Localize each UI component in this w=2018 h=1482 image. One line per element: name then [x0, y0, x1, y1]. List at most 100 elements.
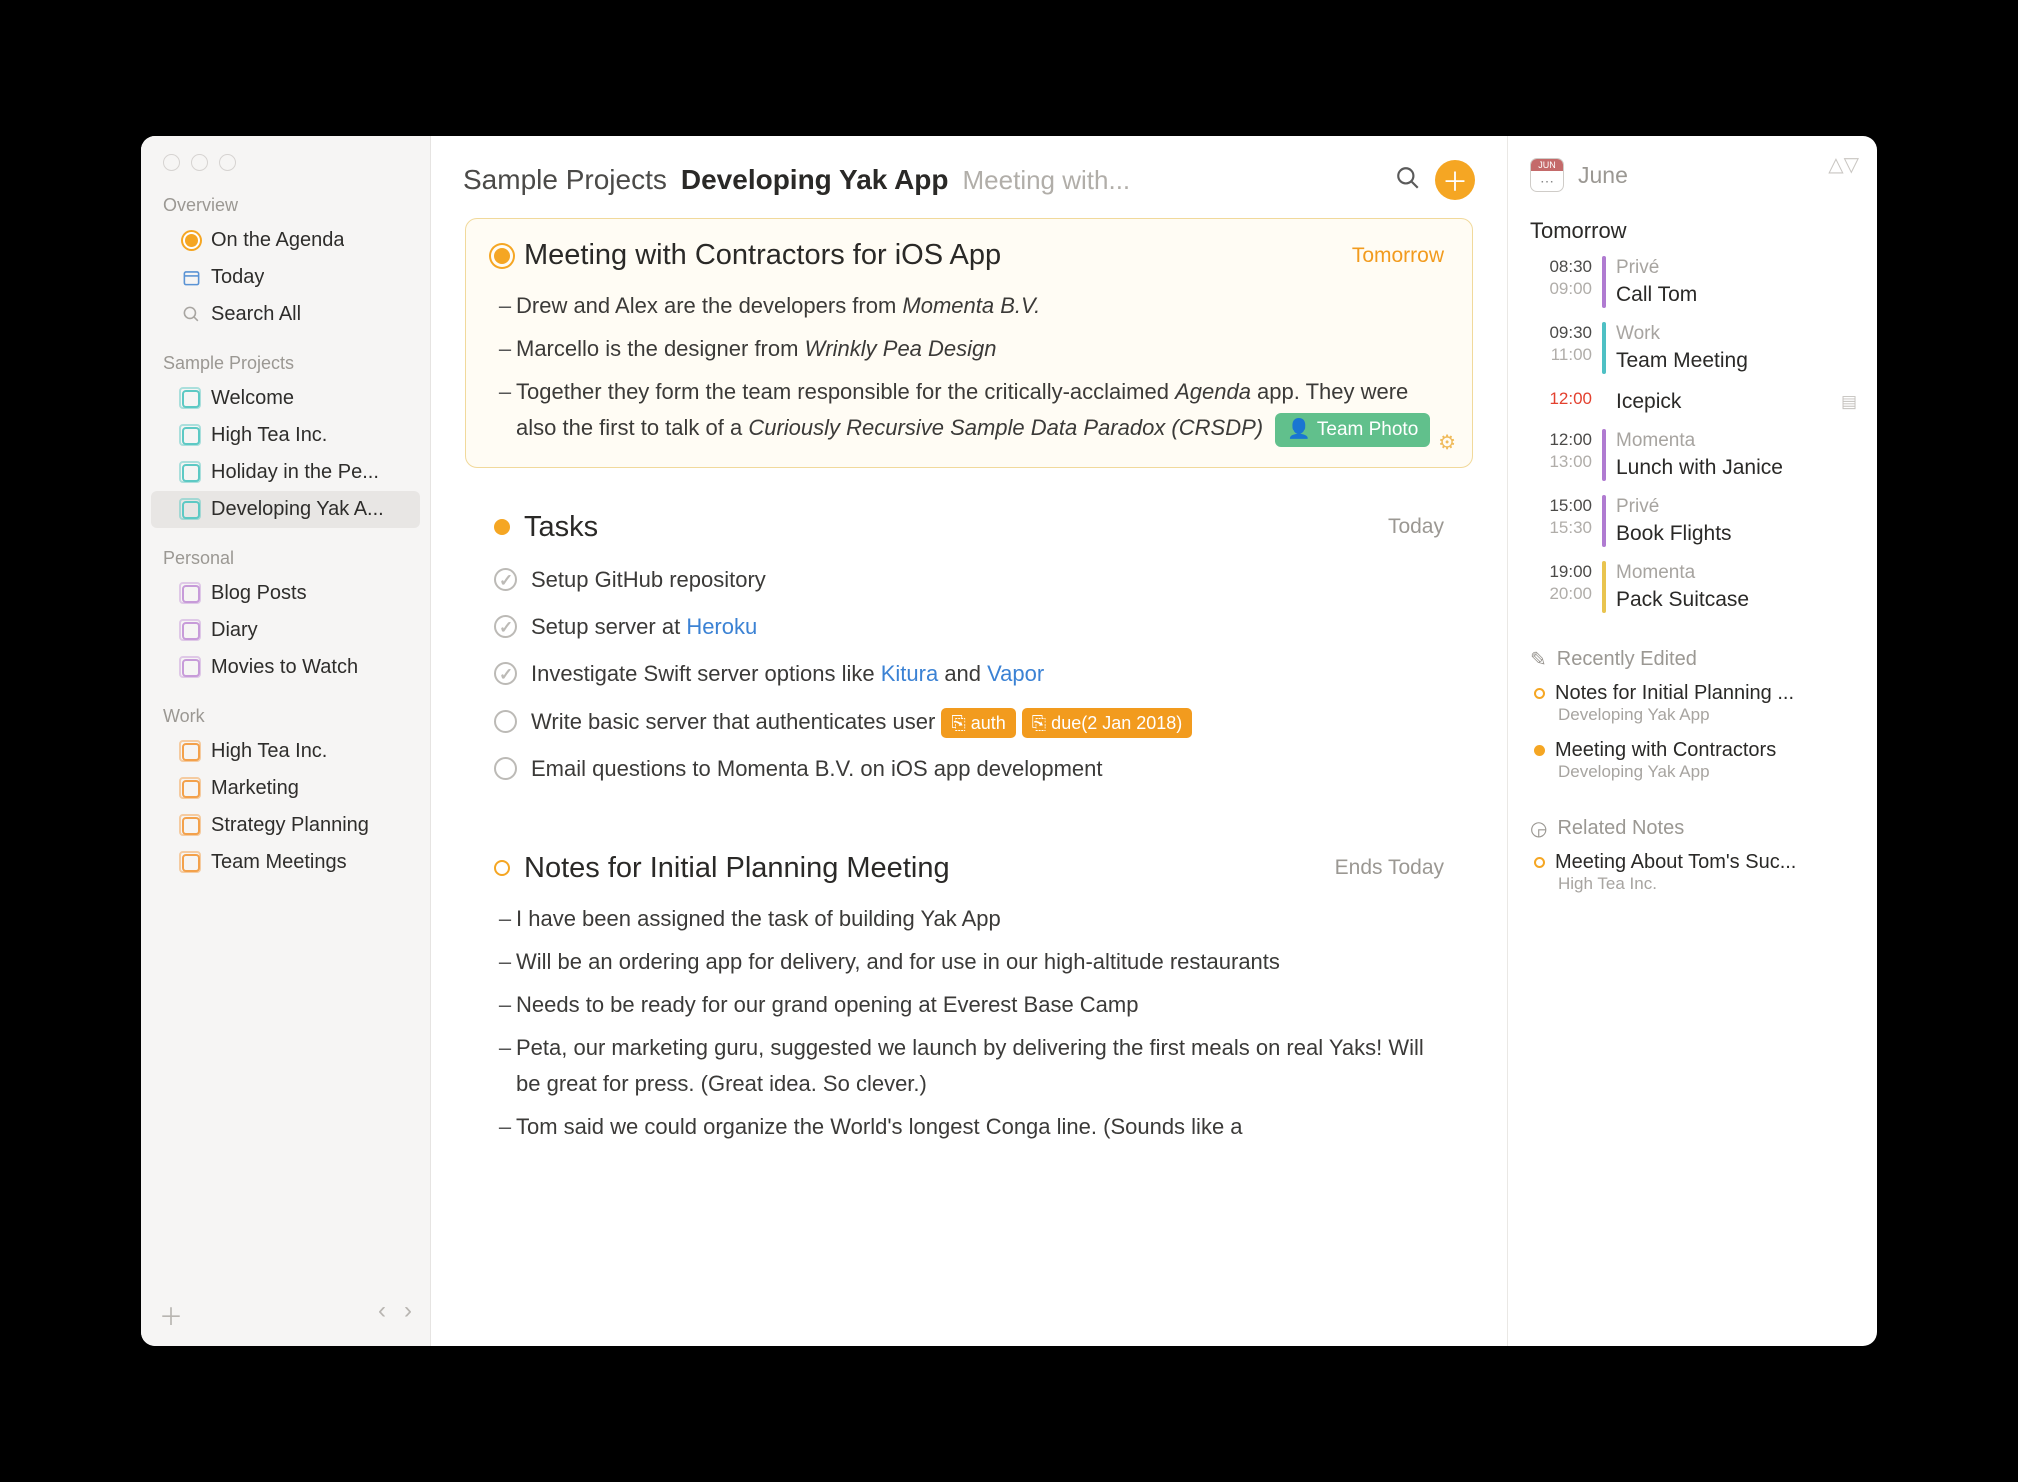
link[interactable]: Kitura: [881, 661, 938, 686]
related-note-item[interactable]: Meeting with ContractorsDeveloping Yak A…: [1530, 739, 1857, 782]
attachment-tag[interactable]: 👤Team Photo: [1275, 413, 1430, 447]
task-label: Setup server at Heroku: [531, 609, 757, 644]
calendar-event[interactable]: 08:3009:00PrivéCall Tom: [1530, 256, 1857, 308]
breadcrumb-note[interactable]: Meeting with...: [963, 165, 1131, 196]
nav-back-button[interactable]: ‹: [378, 1297, 386, 1332]
task-badge[interactable]: ⎘ due(2 Jan 2018): [1022, 708, 1193, 739]
calendar-icon: [181, 268, 201, 288]
task-item[interactable]: Write basic server that authenticates us…: [494, 698, 1444, 745]
sidebar-item-label: On the Agenda: [211, 229, 344, 252]
app-window: Overview On the Agenda Today Search All …: [141, 136, 1877, 1346]
linked-note-icon[interactable]: ▤: [1841, 391, 1857, 413]
note-card-tasks[interactable]: Tasks Today Setup GitHub repositorySetup…: [465, 490, 1473, 809]
task-checkbox[interactable]: [494, 710, 517, 733]
project-icon: [181, 584, 201, 604]
note-agenda-dot-icon[interactable]: [494, 248, 510, 264]
calendar-color-bar: [1602, 388, 1606, 415]
sidebar-item-project[interactable]: High Tea Inc.: [151, 417, 420, 454]
note-date[interactable]: Today: [1388, 515, 1444, 539]
related-note-item[interactable]: Notes for Initial Planning ...Developing…: [1530, 682, 1857, 725]
sidebar-item-project[interactable]: Developing Yak A...: [151, 491, 420, 528]
pencil-icon: ✎: [1530, 647, 1547, 672]
calendar-event[interactable]: 19:0020:00MomentaPack Suitcase: [1530, 561, 1857, 613]
sidebar-item-on-the-agenda[interactable]: On the Agenda: [151, 222, 420, 259]
project-icon: [181, 658, 201, 678]
calendar-header[interactable]: JUN ⋯ June: [1530, 158, 1857, 192]
task-checkbox[interactable]: [494, 662, 517, 685]
calendar-event[interactable]: 15:0015:30PrivéBook Flights: [1530, 495, 1857, 547]
calendar-event[interactable]: 12:0013:00MomentaLunch with Janice: [1530, 429, 1857, 481]
close-window[interactable]: [163, 154, 180, 171]
task-item[interactable]: Setup GitHub repository: [494, 556, 1444, 603]
sidebar-item-project[interactable]: High Tea Inc.: [151, 733, 420, 770]
panel-toggle-icon[interactable]: △▽: [1828, 152, 1859, 177]
sidebar-item-today[interactable]: Today: [151, 259, 420, 296]
calendar-event[interactable]: 12:00Icepick▤: [1530, 388, 1857, 415]
task-item[interactable]: Email questions to Momenta B.V. on iOS a…: [494, 745, 1444, 792]
right-panel: △▽ JUN ⋯ June Tomorrow 08:3009:00PrivéCa…: [1507, 136, 1877, 1346]
sidebar-section: Sample ProjectsWelcomeHigh Tea Inc.Holid…: [141, 347, 430, 528]
breadcrumb-project[interactable]: Developing Yak App: [681, 164, 949, 196]
note-ref-title: Meeting with Contractors: [1555, 739, 1776, 762]
events-day-label: Tomorrow: [1530, 218, 1857, 244]
project-icon: [181, 500, 201, 520]
note-bullet: –Will be an ordering app for delivery, a…: [494, 940, 1444, 983]
sidebar-item-label: Blog Posts: [211, 582, 307, 605]
calendar-event[interactable]: 09:3011:00WorkTeam Meeting: [1530, 322, 1857, 374]
event-details: Icepick▤: [1616, 388, 1857, 415]
project-icon: [181, 816, 201, 836]
event-times: 09:3011:00: [1530, 322, 1592, 374]
calendar-color-bar: [1602, 495, 1606, 547]
agenda-dot-icon: [181, 231, 201, 251]
note-ref-project: Developing Yak App: [1534, 762, 1857, 782]
sidebar-item-search-all[interactable]: Search All: [151, 296, 420, 333]
task-label: Email questions to Momenta B.V. on iOS a…: [531, 751, 1103, 786]
sidebar-item-project[interactable]: Movies to Watch: [151, 649, 420, 686]
task-item[interactable]: Setup server at Heroku: [494, 603, 1444, 650]
link[interactable]: Vapor: [987, 661, 1044, 686]
search-icon: [181, 305, 201, 325]
note-bullet: –Peta, our marketing guru, suggested we …: [494, 1026, 1444, 1104]
note-title: Meeting with Contractors for iOS App: [524, 239, 1338, 272]
breadcrumb-category[interactable]: Sample Projects: [463, 164, 667, 196]
add-note-button[interactable]: ＋: [1435, 160, 1475, 200]
task-item[interactable]: Investigate Swift server options like Ki…: [494, 650, 1444, 697]
sidebar-item-project[interactable]: Team Meetings: [151, 844, 420, 881]
event-details: MomentaLunch with Janice: [1616, 429, 1857, 481]
note-settings-icon[interactable]: ⚙: [1438, 430, 1456, 455]
task-badge[interactable]: ⎘ auth: [941, 708, 1015, 739]
note-ref-title: Meeting About Tom's Suc...: [1555, 851, 1796, 874]
sidebar-overview-title: Overview: [141, 189, 430, 222]
task-checkbox[interactable]: [494, 568, 517, 591]
related-note-item[interactable]: Meeting About Tom's Suc...High Tea Inc.: [1530, 851, 1857, 894]
link[interactable]: Heroku: [686, 614, 757, 639]
note-card-meeting[interactable]: Meeting with Contractors for iOS App Tom…: [465, 218, 1473, 468]
nav-forward-button[interactable]: ›: [404, 1297, 412, 1332]
sidebar-item-project[interactable]: Welcome: [151, 380, 420, 417]
project-icon: [181, 853, 201, 873]
note-agenda-dot-icon[interactable]: [494, 519, 510, 535]
sidebar-item-label: Team Meetings: [211, 851, 347, 874]
minimize-window[interactable]: [191, 154, 208, 171]
sidebar-item-project[interactable]: Holiday in the Pe...: [151, 454, 420, 491]
note-date[interactable]: Ends Today: [1335, 856, 1444, 880]
note-card-planning[interactable]: Notes for Initial Planning Meeting Ends …: [465, 831, 1473, 1165]
note-bullet: –Together they form the team responsible…: [494, 370, 1444, 451]
note-bullet: –Marcello is the designer from Wrinkly P…: [494, 327, 1444, 370]
task-checkbox[interactable]: [494, 757, 517, 780]
page-header: Sample Projects Developing Yak App Meeti…: [431, 136, 1507, 218]
note-date[interactable]: Tomorrow: [1352, 244, 1444, 268]
task-checkbox[interactable]: [494, 615, 517, 638]
note-ref-project: Developing Yak App: [1534, 705, 1857, 725]
sidebar-item-label: Today: [211, 266, 264, 289]
search-button[interactable]: [1395, 165, 1421, 196]
sidebar-item-project[interactable]: Strategy Planning: [151, 807, 420, 844]
sidebar-section-title: Personal: [141, 542, 430, 575]
note-agenda-dot-icon[interactable]: [494, 860, 510, 876]
project-icon: [181, 463, 201, 483]
sidebar-item-project[interactable]: Blog Posts: [151, 575, 420, 612]
maximize-window[interactable]: [219, 154, 236, 171]
sidebar-item-project[interactable]: Marketing: [151, 770, 420, 807]
sidebar-item-project[interactable]: Diary: [151, 612, 420, 649]
add-project-button[interactable]: ＋: [159, 1297, 183, 1332]
